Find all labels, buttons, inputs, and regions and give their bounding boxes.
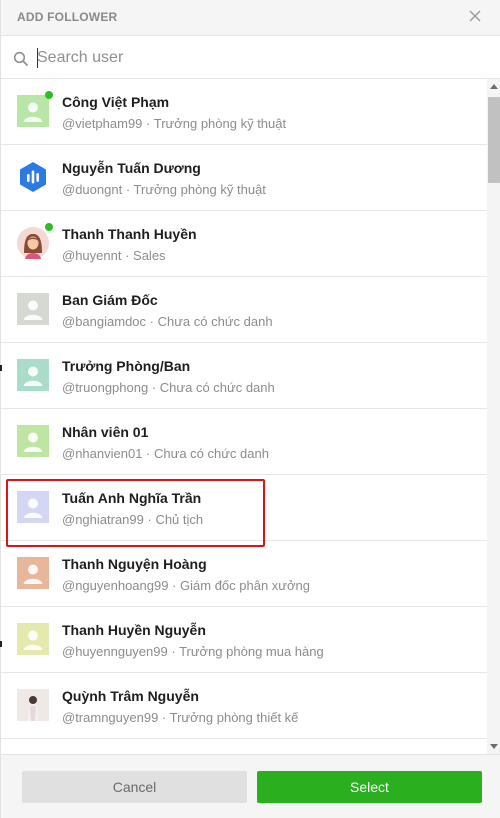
user-handle: @nghiatran99	[62, 512, 144, 527]
user-row[interactable]: Thanh Nguyện Hoàng @nguyenhoang99 · Giám …	[1, 541, 487, 607]
avatar	[17, 91, 53, 127]
user-handle: @nguyenhoang99	[62, 578, 169, 593]
user-row[interactable]: Quỳnh Trâm Nguyễn @tramnguyen99 · Trưởng …	[1, 673, 487, 739]
user-list: Công Việt Phạm @vietpham99 · Trưởng phòng…	[1, 79, 487, 754]
user-row[interactable]: Thanh Thanh Huyền @huyennt · Sales	[1, 211, 487, 277]
meta-separator: ·	[168, 578, 181, 593]
user-meta: @huyennt · Sales	[62, 248, 166, 263]
scrollbar[interactable]	[487, 79, 500, 754]
online-status-icon	[45, 91, 53, 99]
user-meta: @nhanvien01 · Chưa có chức danh	[62, 446, 269, 461]
meta-separator: ·	[142, 116, 154, 131]
dialog-footer: Cancel Select	[1, 754, 500, 818]
user-role: Trưởng phòng kỹ thuật	[153, 116, 287, 131]
user-meta: @tramnguyen99 · Trưởng phòng thiết kế	[62, 710, 298, 725]
edge-mark	[0, 641, 2, 647]
user-name: Ban Giám Đốc	[62, 292, 158, 308]
user-row[interactable]: Thanh Huyền Nguyễn @huyennguyen99 · Trưởn…	[1, 607, 487, 673]
meta-separator: ·	[158, 710, 170, 725]
user-row[interactable]: Tuấn Anh Nghĩa Trần @nghiatran99 · Chủ tị…	[1, 475, 487, 541]
avatar	[17, 161, 49, 193]
user-row[interactable]: Ban Giám Đốc @bangiamdoc · Chưa có chức d…	[1, 277, 487, 343]
meta-separator: ·	[148, 380, 160, 395]
user-role: Trưởng phòng kỹ thuật	[133, 182, 266, 197]
user-handle: @duongnt	[62, 182, 123, 197]
add-follower-dialog: ADD FOLLOWER Công Việt Phạm @vietpham99 ·…	[0, 0, 500, 818]
avatar	[17, 689, 49, 721]
avatar	[17, 359, 49, 391]
avatar	[17, 623, 49, 655]
user-name: Thanh Nguyện Hoàng	[62, 556, 207, 572]
user-meta: @huyennguyen99 · Trưởng phòng mua hàng	[62, 644, 324, 659]
user-row[interactable]: Công Việt Phạm @vietpham99 · Trưởng phòng…	[1, 79, 487, 145]
dialog-header: ADD FOLLOWER	[1, 0, 500, 36]
cancel-button[interactable]: Cancel	[22, 771, 247, 803]
meta-separator: ·	[146, 314, 158, 329]
avatar	[17, 425, 49, 457]
scroll-up-icon[interactable]	[490, 84, 498, 89]
user-row[interactable]: Nguyễn Tuấn Dương @duongnt · Trưởng phòng…	[1, 145, 487, 211]
user-handle: @tramnguyen99	[62, 710, 159, 725]
user-role: Chưa có chức danh	[157, 314, 273, 329]
dialog-title: ADD FOLLOWER	[17, 10, 118, 24]
scroll-down-icon[interactable]	[490, 744, 498, 749]
user-name: Thanh Thanh Huyền	[62, 226, 197, 242]
user-handle: @truongphong	[62, 380, 149, 395]
meta-separator: ·	[167, 644, 180, 659]
select-button[interactable]: Select	[257, 771, 482, 803]
search-bar	[1, 37, 500, 79]
user-name: Quỳnh Trâm Nguyễn	[62, 688, 199, 704]
online-status-icon	[45, 223, 53, 231]
user-meta: @duongnt · Trưởng phòng kỹ thuật	[62, 182, 266, 197]
user-name: Công Việt Phạm	[62, 94, 170, 110]
user-meta: @vietpham99 · Trưởng phòng kỹ thuật	[62, 116, 286, 131]
user-name: Thanh Huyền Nguyễn	[62, 622, 206, 638]
search-input[interactable]	[37, 45, 477, 71]
user-meta: @truongphong · Chưa có chức danh	[62, 380, 275, 395]
scrollbar-thumb[interactable]	[488, 97, 500, 183]
meta-separator: ·	[143, 512, 156, 527]
user-name: Trưởng Phòng/Ban	[62, 358, 191, 374]
close-icon[interactable]	[465, 6, 485, 26]
search-icon	[13, 51, 29, 67]
user-meta: @nghiatran99 · Chủ tịch	[62, 512, 203, 527]
user-role: Chủ tịch	[155, 512, 204, 527]
user-role: Giám đốc phân xưởng	[180, 578, 310, 593]
user-meta: @bangiamdoc · Chưa có chức danh	[62, 314, 273, 329]
user-meta: @nguyenhoang99 · Giám đốc phân xưởng	[62, 578, 310, 593]
meta-separator: ·	[142, 446, 154, 461]
user-handle: @vietpham99	[62, 116, 143, 131]
avatar	[17, 223, 53, 259]
user-row[interactable]: Nhân viên 01 @nhanvien01 · Chưa có chức d…	[1, 409, 487, 475]
user-name: Nhân viên 01	[62, 424, 149, 440]
meta-separator: ·	[121, 248, 134, 263]
meta-separator: ·	[122, 182, 134, 197]
user-handle: @huyennt	[62, 248, 122, 263]
user-handle: @huyennguyen99	[62, 644, 168, 659]
user-role: Trưởng phòng thiết kế	[169, 710, 299, 725]
avatar	[17, 557, 49, 589]
user-row[interactable]: Trưởng Phòng/Ban @truongphong · Chưa có c…	[1, 343, 487, 409]
user-name: Tuấn Anh Nghĩa Trần	[62, 490, 202, 506]
user-handle: @bangiamdoc	[62, 314, 147, 329]
user-role: Sales	[133, 248, 166, 263]
user-role: Chưa có chức danh	[154, 446, 269, 461]
avatar	[17, 491, 49, 523]
user-handle: @nhanvien01	[62, 446, 143, 461]
text-cursor	[37, 48, 38, 68]
user-name: Nguyễn Tuấn Dương	[62, 160, 201, 176]
avatar	[17, 293, 49, 325]
edge-mark	[0, 365, 2, 371]
user-role: Chưa có chức danh	[159, 380, 275, 395]
user-role: Trưởng phòng mua hàng	[179, 644, 324, 659]
